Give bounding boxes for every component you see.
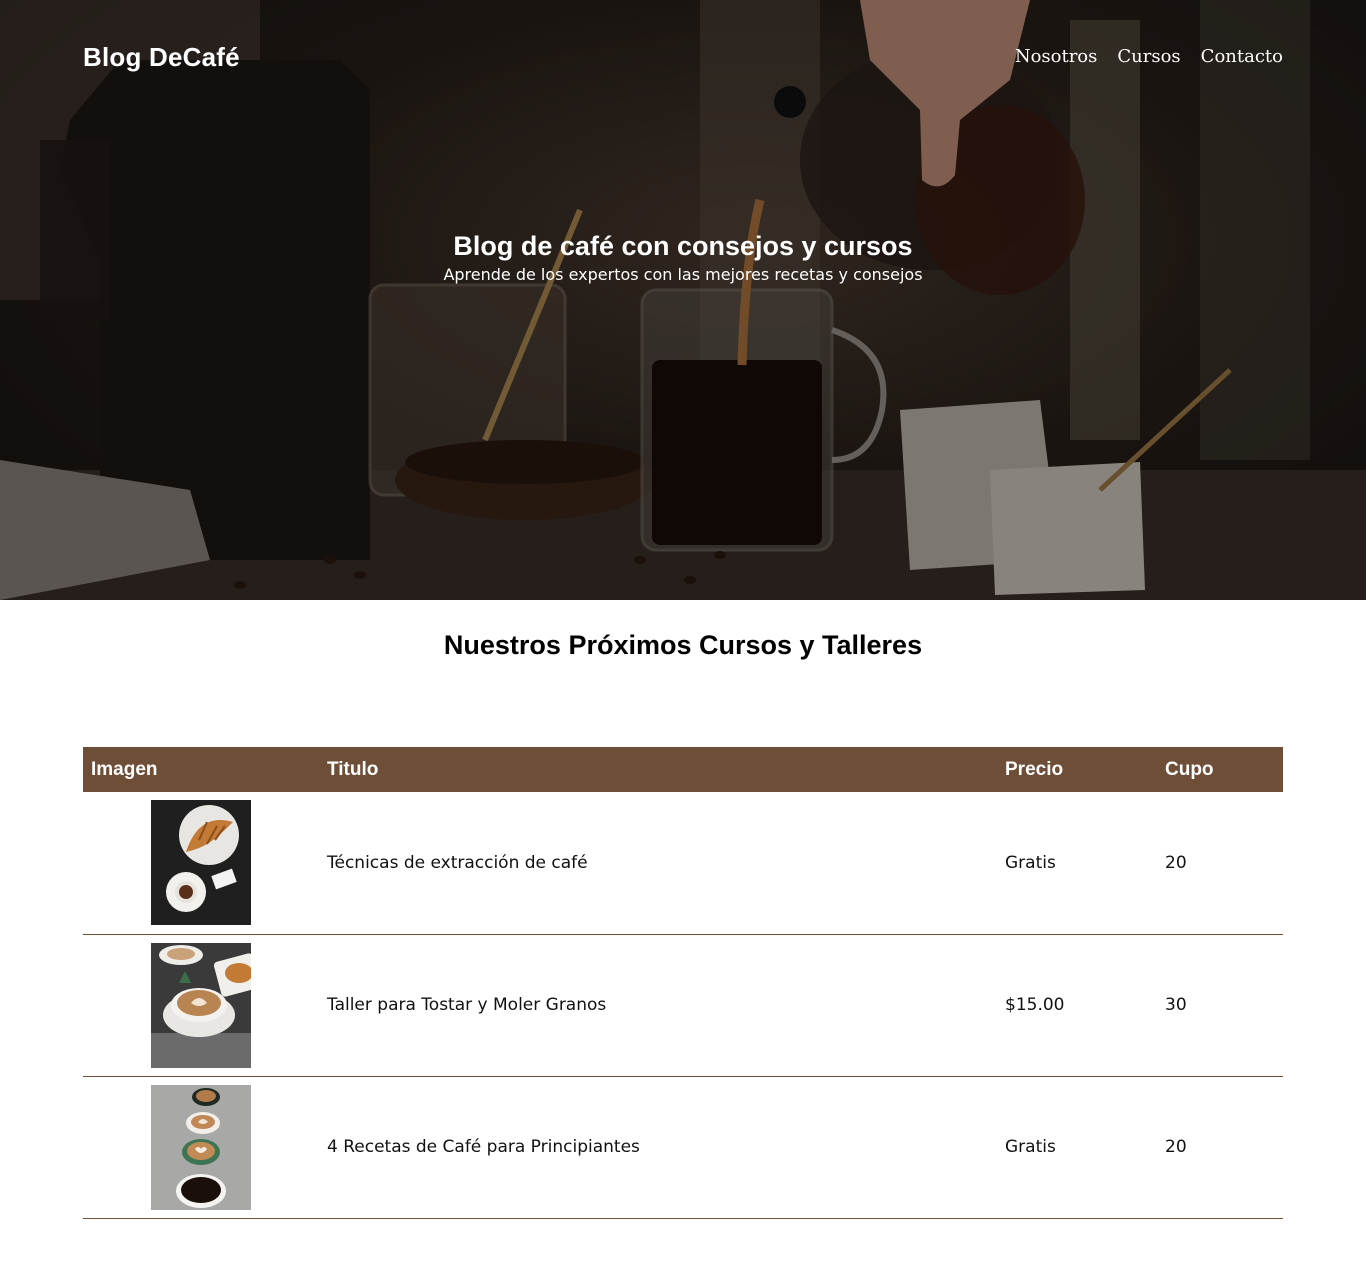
courses-table: Imagen Titulo Precio Cupo Técnicas de ex… [83,747,1283,1219]
course-cupo: 30 [1157,934,1283,1077]
hero-subtitle: Aprende de los expertos con las mejores … [443,265,923,284]
nav-link-cursos[interactable]: Cursos [1117,46,1180,67]
course-image-cell [83,1076,319,1219]
hero: Blog DeCafé Nosotros Cursos Contacto Blo… [0,0,1366,600]
column-header-imagen: Imagen [91,758,158,780]
croissant-espresso-photo [151,800,251,926]
course-image-cell [83,792,319,935]
course-title: Taller para Tostar y Moler Granos [319,934,997,1077]
courses-table-header: Imagen Titulo Precio Cupo [83,747,1283,792]
course-cupo: 20 [1157,1076,1283,1219]
column-header-cupo: Cupo [1165,758,1214,780]
table-row: Taller para Tostar y Moler Granos $15.00… [83,934,1283,1077]
course-price: $15.00 [997,934,1157,1077]
hero-overlay [0,0,1366,600]
main-nav: Nosotros Cursos Contacto [1015,46,1283,67]
nav-link-nosotros[interactable]: Nosotros [1015,46,1098,67]
course-title: Técnicas de extracción de café [319,792,997,935]
course-cupo: 20 [1157,792,1283,935]
brand-logo-link[interactable]: Blog DeCafé [83,42,240,73]
course-title: 4 Recetas de Café para Principiantes [319,1076,997,1219]
four-coffee-cups-photo [151,1084,251,1210]
hero-title: Blog de café con consejos y cursos [453,231,913,261]
table-header-row: Imagen Titulo Precio Cupo [83,747,1283,792]
column-header-titulo: Titulo [327,758,379,780]
courses-title: Nuestros Próximos Cursos y Talleres [443,630,923,660]
latte-art-cups-photo [151,942,251,1068]
table-row: Técnicas de extracción de café Gratis 20 [83,792,1283,935]
hero-text: Blog de café con consejos y cursos Apren… [0,228,1366,286]
course-image-cell [83,934,319,1077]
table-row: 4 Recetas de Café para Principiantes Gra… [83,1076,1283,1219]
course-price: Gratis [997,1076,1157,1219]
column-header-precio: Precio [1005,758,1064,780]
nav-link-contacto[interactable]: Contacto [1201,46,1283,67]
course-price: Gratis [997,792,1157,935]
